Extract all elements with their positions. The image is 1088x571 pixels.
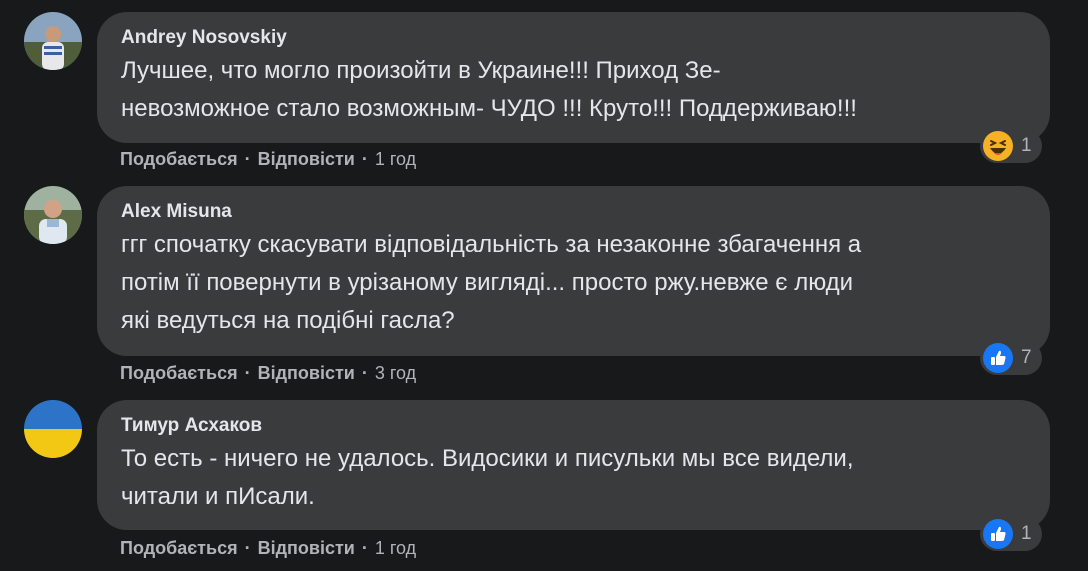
separator-dot: ·: [361, 538, 368, 558]
avatar-photo-icon: [24, 186, 82, 244]
comment-timestamp[interactable]: 1 год: [375, 149, 416, 170]
reaction-summary[interactable]: 1: [980, 129, 1042, 163]
reaction-count: 1: [1021, 523, 1032, 544]
comment-text-line: ггг спочатку скасувати відповідальність …: [121, 231, 862, 258]
separator-dot: ·: [244, 149, 251, 169]
comment-text-line: які ведуться на подібні гасла?: [121, 307, 455, 334]
like-link[interactable]: Подобається: [120, 149, 238, 170]
comment-text-line: невозможное стало возможным- ЧУДО !!! Кр…: [121, 95, 857, 122]
like-thumb-icon: [983, 519, 1013, 549]
reaction-count: 7: [1021, 347, 1032, 368]
comment-bubble: Andrey Nosovskiy Лучшее, что могло произ…: [97, 12, 1050, 143]
reaction-summary[interactable]: 1: [980, 517, 1042, 551]
avatar[interactable]: [24, 186, 82, 244]
comment-text-line: потім її повернути в урізаному вигляді..…: [121, 269, 854, 296]
comment-text-line: читали и пИсали.: [121, 483, 315, 510]
comment-actions: Подобається · Відповісти · 3 год: [120, 363, 416, 384]
reply-link[interactable]: Відповісти: [258, 149, 355, 170]
like-link[interactable]: Подобається: [120, 363, 238, 384]
separator-dot: ·: [361, 149, 368, 169]
avatar[interactable]: [24, 400, 82, 458]
comment-author[interactable]: Andrey Nosovskiy: [121, 26, 1026, 50]
like-link[interactable]: Подобається: [120, 538, 238, 559]
like-thumb-icon: [983, 343, 1013, 373]
haha-emoji-icon: [983, 131, 1013, 161]
comment-author[interactable]: Alex Misuna: [121, 200, 1026, 224]
comment-timestamp[interactable]: 3 год: [375, 363, 416, 384]
separator-dot: ·: [244, 538, 251, 558]
reply-link[interactable]: Відповісти: [258, 538, 355, 559]
comment-author[interactable]: Тимур Асхаков: [121, 414, 1026, 438]
reply-link[interactable]: Відповісти: [258, 363, 355, 384]
comment-bubble: Alex Misuna ггг спочатку скасувати відпо…: [97, 186, 1050, 356]
comment-actions: Подобається · Відповісти · 1 год: [120, 149, 416, 170]
avatar-photo-icon: [24, 12, 82, 70]
comment-bubble: Тимур Асхаков То есть - ничего не удалос…: [97, 400, 1050, 530]
avatar[interactable]: [24, 12, 82, 70]
comment-text-line: Лучшее, что могло произойти в Украине!!!…: [121, 57, 721, 84]
separator-dot: ·: [244, 363, 251, 383]
ukraine-flag-avatar-icon: [24, 400, 82, 458]
reaction-count: 1: [1021, 135, 1032, 156]
separator-dot: ·: [361, 363, 368, 383]
comment-timestamp[interactable]: 1 год: [375, 538, 416, 559]
reaction-summary[interactable]: 7: [980, 341, 1042, 375]
comment-text-line: То есть - ничего не удалось. Видосики и …: [121, 445, 854, 472]
comment-actions: Подобається · Відповісти · 1 год: [120, 538, 416, 559]
